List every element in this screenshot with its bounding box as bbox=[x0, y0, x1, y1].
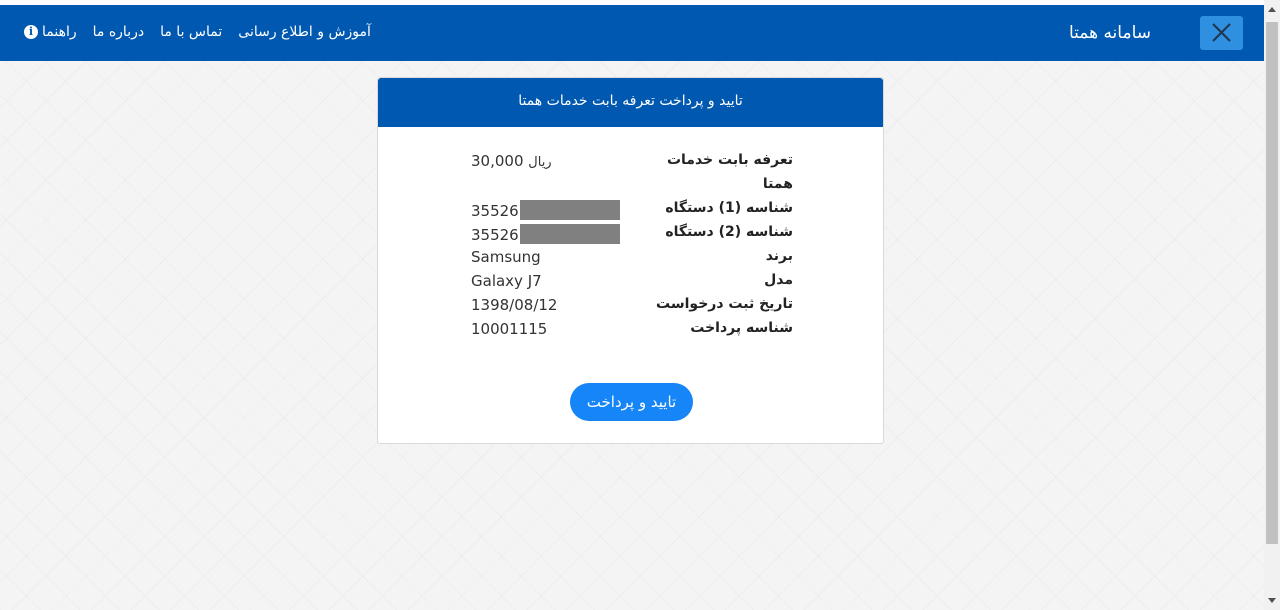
confirm-and-pay-button[interactable]: تایید و پرداخت bbox=[570, 383, 693, 421]
field-label-fee-line2: همتا bbox=[762, 176, 793, 192]
field-label-imei2: شناسه (2) دستگاه bbox=[665, 224, 793, 240]
scroll-down-arrow-icon[interactable] bbox=[1268, 598, 1276, 603]
field-label-brand: برند bbox=[765, 248, 793, 264]
fee-unit: ریال bbox=[528, 155, 552, 170]
field-label-date: تاریخ ثبت درخواست bbox=[656, 296, 793, 312]
field-row-payment-id: شناسه پرداخت 10001115 bbox=[378, 320, 885, 344]
info-icon: i bbox=[24, 25, 38, 39]
close-icon bbox=[1212, 23, 1231, 42]
field-value-imei2: 35526 bbox=[471, 224, 620, 244]
field-value-brand: Samsung bbox=[471, 248, 541, 266]
nav-link-education[interactable]: آموزش و اطلاع رسانی bbox=[238, 24, 371, 40]
payment-card: تایید و پرداخت تعرفه بابت خدمات همتا تعر… bbox=[377, 77, 884, 444]
field-row-imei2: شناسه (2) دستگاه 35526 bbox=[378, 224, 885, 248]
nav-link-contact[interactable]: تماس با ما bbox=[160, 24, 222, 40]
nav-links: آموزش و اطلاع رسانی تماس با ما درباره ما… bbox=[24, 21, 371, 43]
card-title: تایید و پرداخت تعرفه بابت خدمات همتا bbox=[378, 78, 883, 127]
scroll-up-arrow-icon[interactable] bbox=[1268, 7, 1276, 12]
field-row-fee: تعرفه بابت خدمات 30,000 ریال bbox=[378, 152, 885, 176]
field-value-payment-id: 10001115 bbox=[471, 320, 548, 338]
field-row-date: تاریخ ثبت درخواست 1398/08/12 bbox=[378, 296, 885, 320]
fee-amount: 30,000 bbox=[471, 152, 524, 170]
field-row-brand: برند Samsung bbox=[378, 248, 885, 272]
field-value-fee: 30,000 ریال bbox=[471, 152, 552, 170]
brand-title[interactable]: سامانه همتا bbox=[1069, 23, 1151, 43]
close-menu-button[interactable] bbox=[1200, 16, 1243, 50]
nav-link-about[interactable]: درباره ما bbox=[93, 24, 144, 40]
field-row-fee-cont: همتا bbox=[378, 176, 885, 200]
imei2-visible-part: 35526 bbox=[471, 226, 519, 244]
field-label-imei1: شناسه (1) دستگاه bbox=[665, 200, 793, 216]
redaction-mask bbox=[519, 224, 620, 244]
scroll-thumb[interactable] bbox=[1266, 22, 1278, 544]
field-value-imei1: 35526 bbox=[471, 200, 620, 220]
redaction-mask bbox=[519, 200, 620, 220]
field-row-imei1: شناسه (1) دستگاه 35526 bbox=[378, 200, 885, 224]
nav-link-help[interactable]: راهنما i bbox=[24, 24, 77, 40]
imei1-visible-part: 35526 bbox=[471, 202, 519, 220]
vertical-scrollbar[interactable] bbox=[1264, 0, 1280, 610]
field-label-payment-id: شناسه پرداخت bbox=[690, 320, 793, 336]
field-value-date: 1398/08/12 bbox=[471, 296, 558, 314]
field-label-fee-line1: تعرفه بابت خدمات bbox=[666, 152, 793, 168]
navbar: سامانه همتا آموزش و اطلاع رسانی تماس با … bbox=[0, 5, 1264, 61]
field-row-model: مدل Galaxy J7 bbox=[378, 272, 885, 296]
field-value-model: Galaxy J7 bbox=[471, 272, 542, 290]
field-label-model: مدل bbox=[764, 272, 793, 288]
nav-link-help-label: راهنما bbox=[42, 24, 77, 40]
